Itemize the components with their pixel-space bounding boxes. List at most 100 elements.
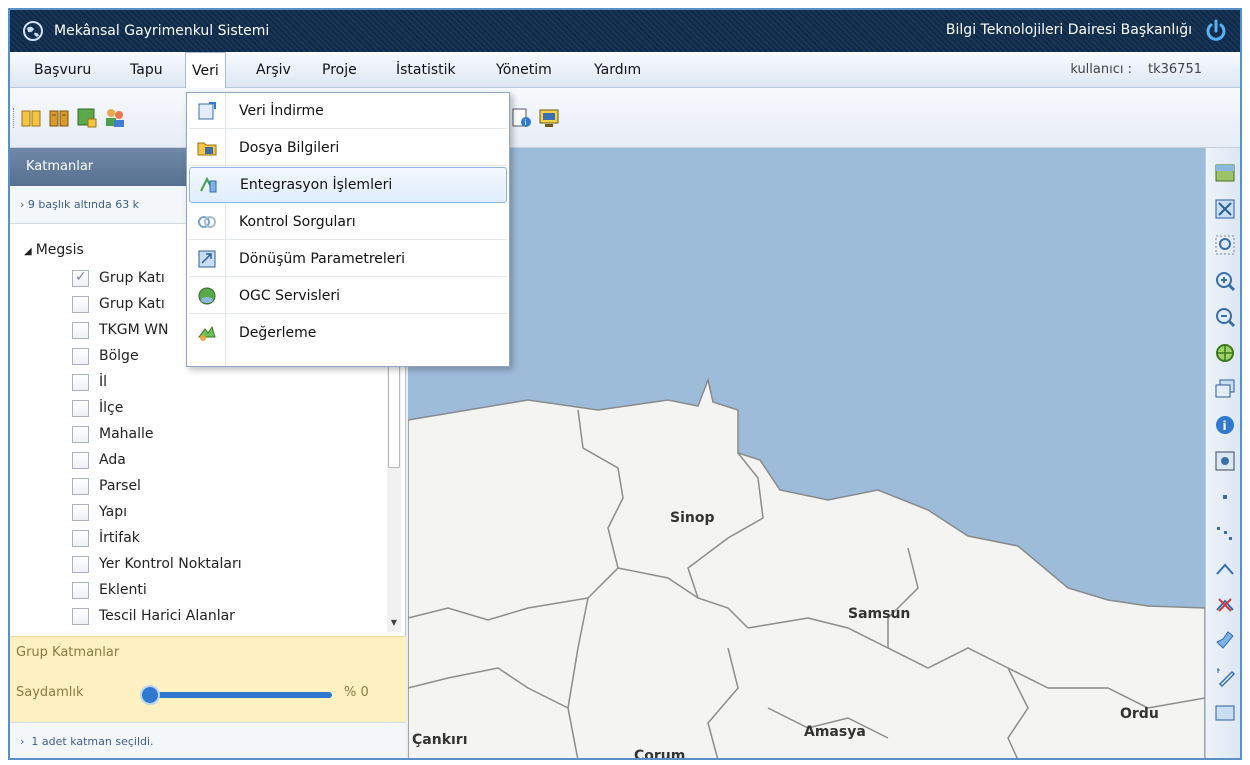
zoom-in-icon[interactable] — [1214, 270, 1236, 292]
map-layer-icon[interactable] — [1214, 162, 1236, 184]
layer-checkbox[interactable] — [72, 529, 89, 547]
toolbar-grip — [13, 108, 16, 128]
menu-basvuru[interactable]: Başvuru — [28, 52, 97, 88]
menu-yardim[interactable]: Yardım — [588, 52, 647, 88]
layer-checkbox[interactable] — [72, 269, 89, 287]
layer-checkbox[interactable] — [72, 295, 89, 313]
multipoint-icon[interactable] — [1214, 522, 1236, 544]
menu-proje[interactable]: Proje — [316, 52, 363, 88]
land-area — [408, 377, 1205, 758]
city-label-amasya: Amasya — [804, 724, 866, 740]
users-icon[interactable] — [104, 107, 126, 129]
user-label: kullanıcı : — [1070, 62, 1132, 77]
menu-istatistik[interactable]: İstatistik — [390, 52, 462, 88]
pan-target-icon[interactable] — [1214, 342, 1236, 364]
opacity-slider-knob[interactable] — [140, 685, 160, 705]
layer-row[interactable]: Grup Katı — [72, 266, 165, 290]
layer-label: İlçe — [99, 400, 124, 416]
layer-label: İrtifak — [99, 530, 140, 546]
menu-yonetim[interactable]: Yönetim — [490, 52, 558, 88]
layer-row[interactable]: Tescil Harici Alanlar — [72, 604, 235, 628]
layer-row[interactable]: Bölge — [72, 344, 139, 368]
layer-row[interactable]: Parsel — [72, 474, 141, 498]
layer-checkbox[interactable] — [72, 607, 89, 625]
menu-item-dosya-bilgileri[interactable]: Dosya Bilgileri — [189, 130, 507, 166]
group-title: Grup Katmanlar — [16, 645, 120, 660]
layer-checkbox[interactable] — [72, 373, 89, 391]
menu-item-label: Entegrasyon İşlemleri — [240, 177, 393, 193]
map-export-icon[interactable] — [76, 107, 98, 129]
layer-row[interactable]: Yapı — [72, 500, 127, 524]
menu-arsiv[interactable]: Arşiv — [250, 52, 297, 88]
download-doc-icon — [198, 101, 216, 119]
scroll-down-arrow-icon[interactable]: ▼ — [388, 618, 400, 632]
power-icon[interactable] — [1204, 19, 1228, 43]
layer-row[interactable]: Ada — [72, 448, 126, 472]
overlap-windows-icon[interactable] — [1214, 378, 1236, 400]
menu-item-entegrasyon-islemleri[interactable]: Entegrasyon İşlemleri — [189, 167, 507, 203]
menu-item-donusum-parametreleri[interactable]: Dönüşüm Parametreleri — [189, 241, 507, 277]
window-icon[interactable] — [1214, 702, 1236, 724]
svg-text:i: i — [525, 118, 527, 127]
city-label-sinop: Sinop — [670, 510, 715, 526]
opacity-label: Saydamlık — [16, 685, 84, 700]
menu-item-kontrol-sorgulari[interactable]: Kontrol Sorguları — [189, 204, 507, 240]
collapse-caret-icon[interactable]: ◢ — [24, 246, 32, 257]
zoom-box-icon[interactable] — [1214, 234, 1236, 256]
open-book-icon[interactable] — [48, 107, 70, 129]
menu-item-veri-indirme[interactable]: Veri İndirme — [189, 93, 507, 129]
layer-row[interactable]: İrtifak — [72, 526, 140, 550]
layer-checkbox[interactable] — [72, 503, 89, 521]
layer-checkbox[interactable] — [72, 321, 89, 339]
opacity-slider[interactable] — [146, 692, 332, 698]
layers-summary-text: 9 başlık altında 63 k — [27, 198, 140, 211]
map-view[interactable]: Sinop Samsun Ordu Amasya Çankırı Çorum N — [408, 148, 1205, 760]
layer-checkbox[interactable] — [72, 555, 89, 573]
application-window: Mekânsal Gayrimenkul Sistemi Bilgi Tekno… — [8, 8, 1242, 760]
menu-item-label: Veri İndirme — [239, 102, 324, 119]
layer-label: Mahalle — [99, 426, 154, 442]
layer-checkbox[interactable] — [72, 451, 89, 469]
map-canvas[interactable] — [408, 148, 1205, 760]
layer-row[interactable]: Yer Kontrol Noktaları — [72, 552, 242, 576]
polygon-icon[interactable] — [1214, 630, 1236, 652]
layer-checkbox[interactable] — [72, 477, 89, 495]
info-icon[interactable]: i — [1214, 414, 1236, 436]
select-box-icon[interactable] — [1214, 450, 1236, 472]
zoom-extent-icon[interactable] — [1214, 198, 1236, 220]
expand-arrow-icon[interactable]: › — [20, 198, 28, 211]
tree-root-megsis[interactable]: ◢ Megsis — [24, 242, 84, 258]
menu-item-ogc-servisleri[interactable]: OGC Servisleri — [189, 278, 507, 314]
book-icon[interactable] — [20, 107, 42, 129]
menu-item-label: Kontrol Sorguları — [239, 213, 356, 230]
layer-row[interactable]: İlçe — [72, 396, 123, 420]
layer-row[interactable]: Mahalle — [72, 422, 154, 446]
line-icon[interactable] — [1214, 558, 1236, 580]
department-name: Bilgi Teknolojileri Dairesi Başkanlığı — [945, 22, 1192, 38]
layer-row[interactable]: İl — [72, 370, 107, 394]
monitor-icon[interactable] — [538, 107, 560, 129]
layer-row[interactable]: TKGM WN — [72, 318, 168, 342]
document-info-icon[interactable]: i — [510, 107, 532, 129]
erase-polygon-icon[interactable] — [1214, 666, 1236, 688]
layer-checkbox[interactable] — [72, 399, 89, 417]
globe-service-icon — [198, 287, 216, 304]
expand-arrow-icon[interactable]: › — [20, 735, 31, 748]
layer-label: Bölge — [99, 348, 139, 364]
point-icon[interactable] — [1214, 486, 1236, 508]
menu-item-label: Dönüşüm Parametreleri — [239, 250, 406, 267]
layer-checkbox[interactable] — [72, 581, 89, 599]
layer-checkbox[interactable] — [72, 425, 89, 443]
menu-item-degerleme[interactable]: Değerleme — [189, 315, 507, 351]
svg-text:i: i — [1223, 419, 1227, 433]
layer-row[interactable]: Eklenti — [72, 578, 147, 602]
menu-veri[interactable]: Veri — [185, 52, 226, 90]
layer-row[interactable]: Grup Katı — [72, 292, 165, 316]
zoom-out-icon[interactable] — [1214, 306, 1236, 328]
layer-checkbox[interactable] — [72, 347, 89, 365]
map-tools: i — [1205, 148, 1240, 758]
city-label-samsun: Samsun — [848, 606, 911, 622]
menu-tapu[interactable]: Tapu — [124, 52, 169, 88]
query-icon — [198, 215, 216, 228]
clear-line-icon[interactable] — [1214, 594, 1236, 616]
